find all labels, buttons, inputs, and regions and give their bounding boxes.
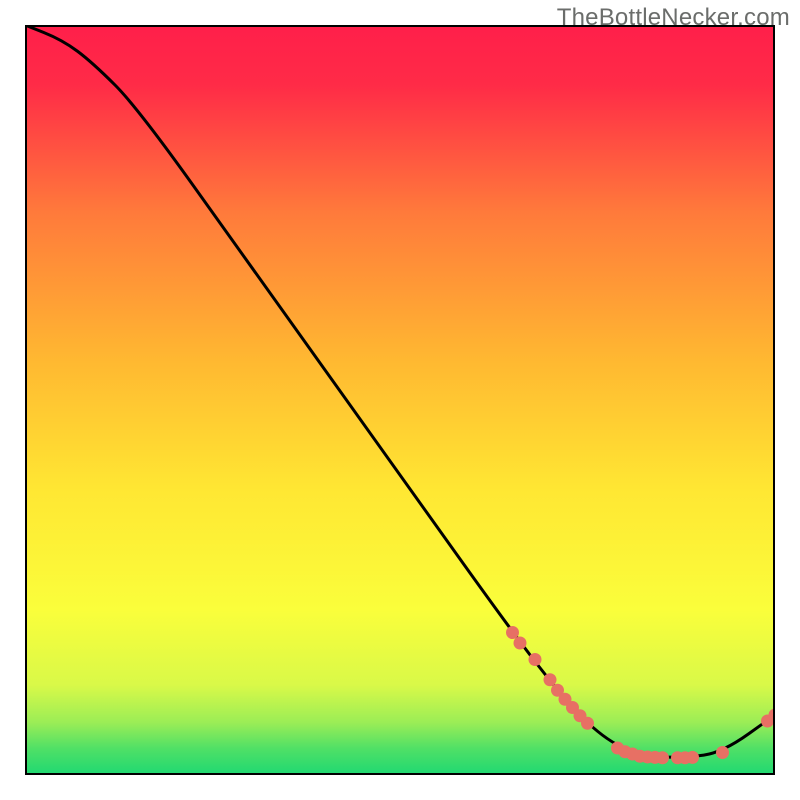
data-point [544, 673, 557, 686]
data-point [514, 637, 527, 650]
data-point [506, 626, 519, 639]
chart-svg [25, 25, 775, 775]
chart-container: TheBottleNecker.com [0, 0, 800, 800]
data-point [581, 717, 594, 730]
plot-area [25, 25, 775, 775]
data-point [529, 653, 542, 666]
watermark-text: TheBottleNecker.com [557, 4, 790, 32]
data-point [716, 746, 729, 759]
data-point [686, 751, 699, 764]
gradient-background [25, 25, 775, 775]
data-point [656, 751, 669, 764]
